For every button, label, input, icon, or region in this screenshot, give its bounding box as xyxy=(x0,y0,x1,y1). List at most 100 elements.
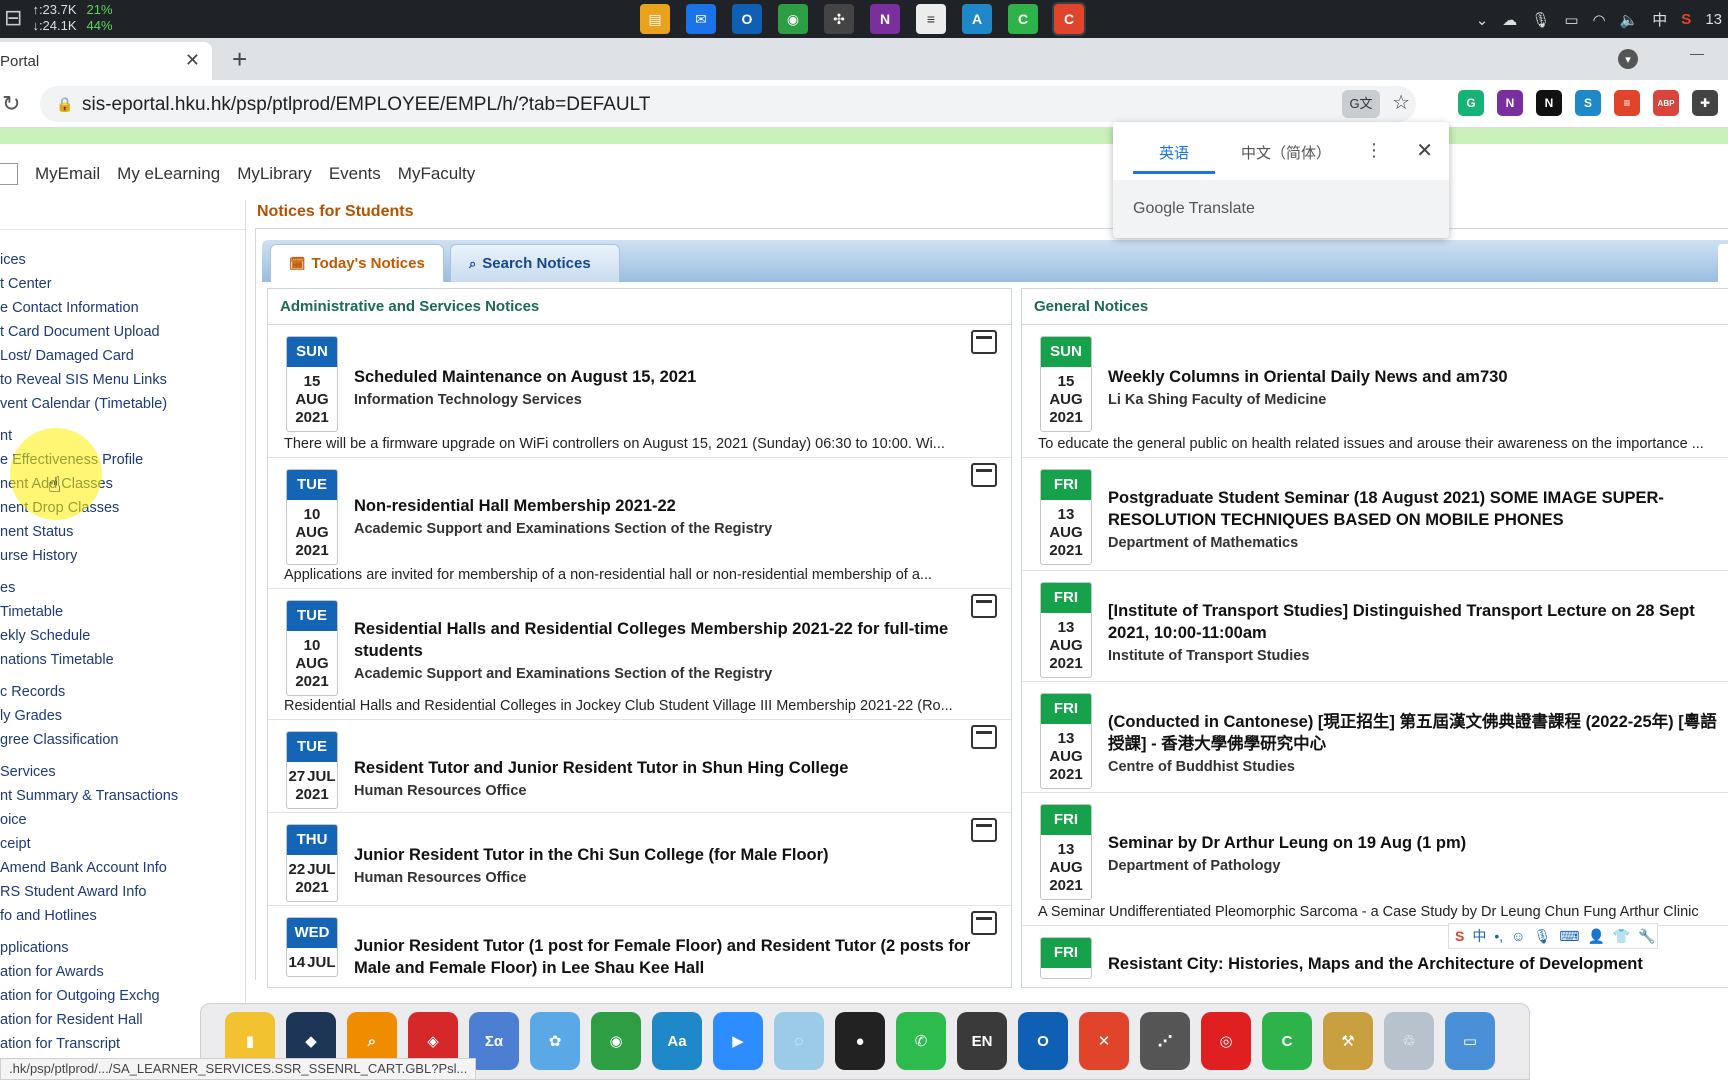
user-icon[interactable]: 👤 xyxy=(1587,928,1604,945)
speaker-icon[interactable]: 🔈 xyxy=(1620,11,1639,29)
camtasia-icon[interactable]: C xyxy=(1008,4,1038,34)
grammarly-icon[interactable]: G xyxy=(1458,90,1484,116)
loading-icon[interactable]: ◌ xyxy=(774,1012,824,1070)
chevron-up-icon[interactable]: ⌄ xyxy=(1476,11,1489,29)
voice-icon[interactable]: 🎙 xyxy=(1533,928,1551,945)
new-tab-button[interactable]: + xyxy=(232,46,247,72)
notice-title[interactable]: Scheduled Maintenance on August 15, 2021… xyxy=(354,366,991,411)
snip-icon[interactable]: S xyxy=(1575,90,1601,116)
nav-my-elearning[interactable]: My eLearning xyxy=(117,164,220,184)
dictionary-dock-icon[interactable]: Aa xyxy=(652,1012,702,1070)
camtasia-dock-icon[interactable]: C xyxy=(1262,1012,1312,1070)
sidebar-link[interactable]: pplications xyxy=(0,936,178,960)
chrome-icon[interactable]: ◉ xyxy=(778,4,808,34)
notice-item[interactable]: TUE 10 AUG 2021 Residential Halls and Reside… xyxy=(268,590,1011,720)
close-icon[interactable]: ✕ xyxy=(1416,138,1433,163)
tab-close-icon[interactable]: ✕ xyxy=(185,50,200,71)
notice-title-text[interactable]: (Conducted in Cantonese) [現正招生] 第五屆漢文佛典證… xyxy=(1108,713,1717,753)
notice-title-text[interactable]: Scheduled Maintenance on August 15, 2021 xyxy=(354,368,696,386)
notes-icon[interactable]: ≡ xyxy=(916,4,946,34)
xmind-icon[interactable]: ✕ xyxy=(1079,1012,1129,1070)
layout-icon[interactable]: ⊟ xyxy=(4,7,22,29)
language-icon[interactable]: EN xyxy=(957,1012,1007,1070)
sidebar-link[interactable]: ation for Resident Hall xyxy=(0,1008,178,1032)
recorder-icon[interactable]: C xyxy=(1052,2,1086,36)
tab-search-icon[interactable]: ▾ xyxy=(1618,49,1638,69)
calendar-icon[interactable] xyxy=(971,725,997,749)
sidebar-link[interactable]: ation for Transcript xyxy=(0,1032,178,1056)
sidebar-link[interactable]: Timetable xyxy=(0,600,178,624)
notice-item[interactable]: SUN 15 AUG 2021 Scheduled Maintenance on Aug… xyxy=(268,326,1011,458)
sidebar-link[interactable]: Services xyxy=(0,760,178,784)
chrome-dock-icon[interactable]: ◉ xyxy=(591,1012,641,1070)
notice-item[interactable]: FRI 13 AUG 2021 Postgraduate Student Seminar… xyxy=(1022,459,1728,571)
nav-mylibrary[interactable]: MyLibrary xyxy=(237,164,312,184)
dictionary-icon[interactable]: A xyxy=(962,4,992,34)
notice-title-text[interactable]: Residential Halls and Residential Colleg… xyxy=(354,620,948,660)
notice-item[interactable]: FRI 13 AUG 2021 (Conducted in Cantonese) [現正… xyxy=(1022,683,1728,793)
notice-title[interactable]: Weekly Columns in Oriental Daily News an… xyxy=(1108,366,1720,411)
browser-tab[interactable]: Portal ✕ xyxy=(0,42,212,80)
sidebar-link[interactable]: Lost/ Damaged Card xyxy=(0,344,178,368)
todo-icon[interactable]: ≡ xyxy=(1614,90,1640,116)
notice-title-text[interactable]: Seminar by Dr Arthur Leung on 19 Aug (1 … xyxy=(1108,834,1466,852)
sidebar-link[interactable]: nt Summary & Transactions xyxy=(0,784,178,808)
url-text[interactable]: sis-eportal.hku.hk/psp/ptlprod/EMPLOYEE/… xyxy=(82,94,650,116)
sidebar-link[interactable]: vent Calendar (Timetable) xyxy=(0,392,178,416)
notice-title[interactable]: Resident Tutor and Junior Resident Tutor… xyxy=(354,757,991,802)
sidebar-link[interactable]: RS Student Award Info xyxy=(0,880,178,904)
nav-tab-edge[interactable] xyxy=(0,163,18,185)
notice-title[interactable]: Junior Resident Tutor in the Chi Sun Col… xyxy=(354,844,991,889)
notice-item[interactable]: TUE 10 AUG 2021 Non-residential Hall Members… xyxy=(268,459,1011,589)
notion-icon[interactable]: N xyxy=(1536,90,1562,116)
translate-target-lang[interactable]: 中文（简体） xyxy=(1215,142,1357,174)
emoji-icon[interactable]: ☺ xyxy=(1511,928,1525,944)
graph-app-icon[interactable]: ⋰ xyxy=(1140,1012,1190,1070)
notice-title-text[interactable]: Resistant City: Histories, Maps and the … xyxy=(1108,955,1643,973)
sidebar-link[interactable]: nent Status xyxy=(0,520,178,544)
sidebar-link[interactable]: Amend Bank Account Info xyxy=(0,856,178,880)
notice-title-text[interactable]: Postgraduate Student Seminar (18 August … xyxy=(1108,489,1664,529)
notice-title[interactable]: [Institute of Transport Studies] Disting… xyxy=(1108,600,1720,667)
ime-mode[interactable]: 中 xyxy=(1472,926,1486,946)
sidebar-link[interactable]: ly Grades xyxy=(0,704,178,728)
netease-music-icon[interactable]: ◎ xyxy=(1201,1012,1251,1070)
notice-title-text[interactable]: Junior Resident Tutor (1 post for Female… xyxy=(354,937,970,977)
bookmark-star-icon[interactable]: ☆ xyxy=(1392,90,1410,115)
computer-icon[interactable]: ▭ xyxy=(1445,1012,1495,1070)
nav-myemail[interactable]: MyEmail xyxy=(35,164,100,184)
notice-title-text[interactable]: [Institute of Transport Studies] Disting… xyxy=(1108,602,1695,642)
math-icon[interactable]: Σα xyxy=(469,1012,519,1070)
calendar-icon[interactable] xyxy=(971,911,997,935)
sidebar-link[interactable]: ation for Awards xyxy=(0,960,178,984)
sidebar-link[interactable]: e Contact Information xyxy=(0,296,178,320)
sidebar-link[interactable]: t Center xyxy=(0,272,178,296)
punctuation-icon[interactable]: •, xyxy=(1494,928,1503,944)
translate-source-lang[interactable]: 英语 xyxy=(1133,142,1216,174)
notice-title-text[interactable]: Junior Resident Tutor in the Chi Sun Col… xyxy=(354,846,829,864)
wifi-icon[interactable]: ◠ xyxy=(1593,11,1606,29)
tab-todays-notices[interactable]: 🗓 Today's Notices xyxy=(270,244,444,282)
sidebar-link[interactable]: ation for Outgoing Exchg xyxy=(0,984,178,1008)
tools-icon[interactable]: ⚒ xyxy=(1323,1012,1373,1070)
sogou-icon[interactable]: S xyxy=(1681,11,1691,28)
sidebar-link[interactable]: to Reveal SIS Menu Links xyxy=(0,368,178,392)
sidebar-link[interactable]: ices xyxy=(0,248,178,272)
qq-icon[interactable]: ● xyxy=(835,1012,885,1070)
notice-title[interactable]: Junior Resident Tutor (1 post for Female… xyxy=(354,935,991,980)
sidebar-link[interactable]: gree Classification xyxy=(0,728,178,752)
cloud-icon[interactable]: ☁ xyxy=(1502,11,1517,29)
trash-icon[interactable]: ♲ xyxy=(1384,1012,1434,1070)
onenote-clipper-icon[interactable]: N xyxy=(1497,90,1523,116)
sidebar-link[interactable]: urse History xyxy=(0,544,178,568)
notice-item[interactable]: THU 22 JUL 2021 Junior Resident Tutor in the… xyxy=(268,814,1011,906)
notice-item[interactable]: TUE 27 JUL 2021 Resident Tutor and Junior Re… xyxy=(268,721,1011,813)
calendar-icon[interactable] xyxy=(971,594,997,618)
sidebar-link[interactable]: oice xyxy=(0,808,178,832)
sidebar-link[interactable]: es xyxy=(0,576,178,600)
more-vert-icon[interactable]: ⋮ xyxy=(1365,140,1383,161)
wrench-icon[interactable]: 🔧 xyxy=(1638,928,1655,945)
wechat-icon[interactable]: ✆ xyxy=(896,1012,946,1070)
notice-title[interactable]: Postgraduate Student Seminar (18 August … xyxy=(1108,487,1720,554)
sidebar-link[interactable]: ekly Schedule xyxy=(0,624,178,648)
